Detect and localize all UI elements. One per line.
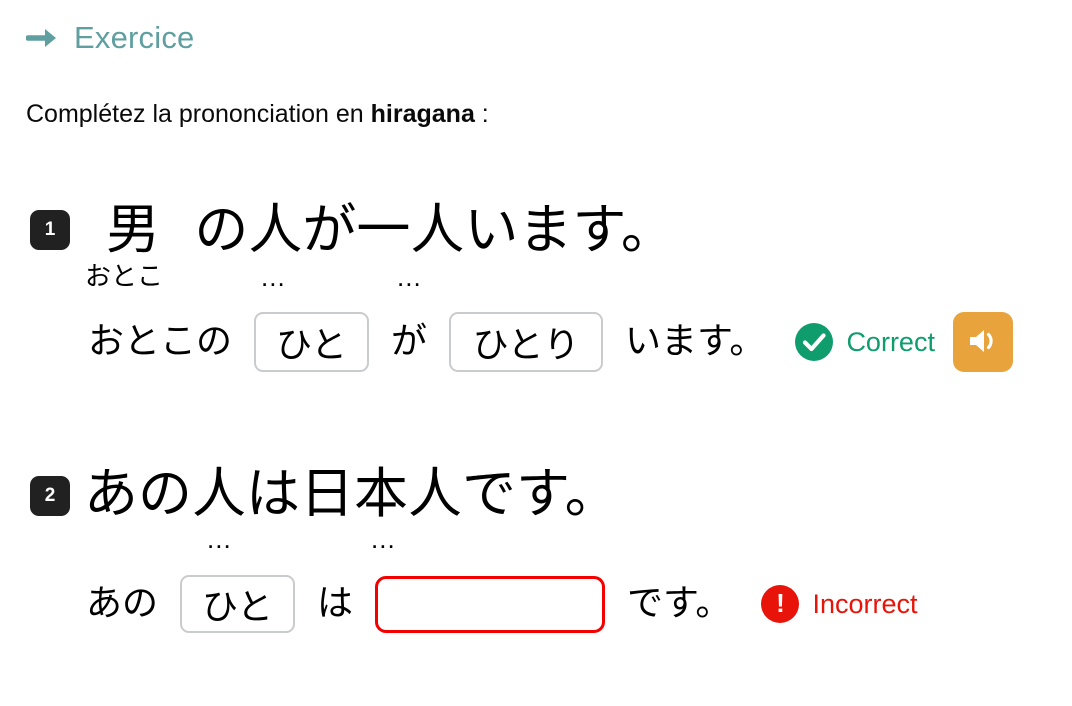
status-label: Correct [846, 326, 935, 357]
answer-input-1[interactable] [254, 312, 370, 372]
exercise-header: Exercice [25, 20, 195, 55]
furigana-reading: おとこ [85, 262, 164, 292]
answer-row: おとこの が います。 Correct [0, 306, 1072, 378]
answer-suffix-text: です。 [627, 583, 732, 624]
instruction-prefix: Complétez la prononciation en [26, 100, 371, 128]
page-title: Exercice [74, 20, 195, 55]
furigana-placeholder-dots-1: ... [207, 524, 232, 554]
instruction-emphasis: hiragana [370, 100, 475, 128]
answer-row: あの は です。 ! Incorrect [0, 568, 1072, 640]
answer-input-1[interactable] [180, 575, 296, 633]
arrow-right-icon [25, 25, 60, 51]
furigana-placeholder-dots-1: ... [261, 262, 286, 292]
check-circle-icon [795, 323, 834, 361]
exclamation-glyph: ! [776, 588, 785, 618]
answer-prefix-text: おとこの [88, 321, 233, 362]
furigana-placeholder-dots-2: ... [371, 524, 396, 554]
instruction-text: Complétez la prononciation en hiragana : [26, 102, 489, 127]
item-number-badge: 2 [30, 476, 70, 516]
answer-prefix-text: あの [86, 583, 159, 624]
status-badge-correct: Correct [795, 323, 935, 361]
japanese-sentence: あの人は日本人です。 [84, 462, 619, 525]
answer-middle-text: は [317, 583, 354, 624]
item-number-badge: 1 [30, 210, 70, 250]
exercise-item-1: 1 男 の人が一人います。 おとこ ... ... おとこの が います。 Co… [0, 196, 1072, 378]
answer-suffix-text: います。 [625, 321, 766, 362]
japanese-sentence: 男 の人が一人います。 [106, 198, 675, 261]
status-label: Incorrect [812, 588, 918, 619]
answer-input-2[interactable] [449, 312, 604, 372]
furigana-placeholder-dots-2: ... [397, 262, 422, 292]
exercise-item-2: 2 あの人は日本人です。 ... ... あの は です。 ! Incorrec… [0, 458, 1072, 640]
speaker-icon [966, 324, 1000, 361]
answer-middle-text: が [391, 321, 428, 362]
furigana-row: おとこ ... ... [0, 262, 1072, 306]
question-line: 1 男 の人が一人います。 [0, 196, 1072, 262]
answer-input-2[interactable] [375, 575, 606, 633]
exclamation-circle-icon: ! [761, 585, 800, 623]
instruction-suffix: : [474, 100, 489, 128]
status-badge-incorrect: ! Incorrect [761, 585, 917, 623]
question-line: 2 あの人は日本人です。 [0, 458, 1072, 524]
furigana-row: ... ... [0, 524, 1072, 568]
play-audio-button[interactable] [952, 312, 1013, 372]
